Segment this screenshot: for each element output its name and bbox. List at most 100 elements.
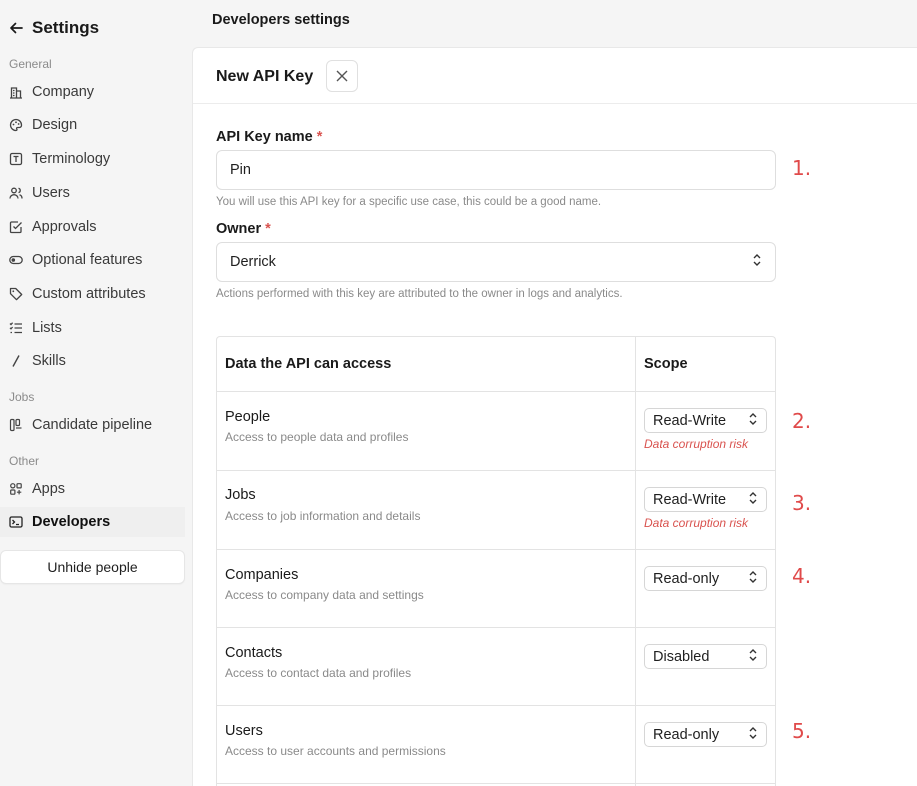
row-description: Access to job information and details [225, 509, 421, 523]
scope-select[interactable]: Read-Write [644, 408, 767, 433]
section-label-jobs: Jobs [9, 390, 35, 404]
scope-select[interactable]: Read-only [644, 566, 767, 591]
row-name: Companies [225, 567, 299, 583]
sidebar-item-label: Users [32, 185, 70, 201]
api-key-name-label: API Key name * [216, 129, 322, 145]
table-row: Users Access to user accounts and permis… [217, 706, 775, 784]
sidebar: Settings General Company Design Terminol… [0, 0, 192, 786]
users-icon [9, 186, 23, 200]
palette-icon [9, 118, 23, 132]
new-api-key-panel: New API Key API Key name * You will use … [192, 47, 917, 786]
scope-value: Read-Write [653, 491, 727, 508]
scope-select[interactable]: Read-only [644, 722, 767, 747]
sidebar-item-skills[interactable]: Skills [0, 346, 185, 376]
row-description: Access to contact data and profiles [225, 666, 412, 680]
risk-warning: Data corruption risk [644, 516, 749, 530]
apps-icon [9, 482, 23, 496]
toggle-icon [9, 253, 23, 267]
sidebar-item-label: Approvals [32, 219, 97, 235]
section-label-general: General [9, 57, 52, 71]
pipeline-icon [9, 418, 23, 432]
sidebar-item-users[interactable]: Users [0, 178, 185, 208]
scope-value: Disabled [653, 648, 710, 665]
row-description: Access to people data and profiles [225, 430, 409, 444]
annotation-5: 5. [792, 719, 812, 743]
approvals-icon [9, 220, 23, 234]
sidebar-item-approvals[interactable]: Approvals [0, 212, 185, 242]
unhide-people-button[interactable]: Unhide people [0, 550, 185, 584]
sidebar-item-optional-features[interactable]: Optional features [0, 245, 185, 275]
sidebar-item-developers[interactable]: Developers [0, 507, 185, 537]
owner-select-value: Derrick [230, 254, 276, 270]
table-row: Companies Access to company data and set… [217, 550, 775, 628]
row-name: Jobs [225, 487, 256, 503]
sidebar-item-company[interactable]: Company [0, 77, 185, 107]
column-header-scope: Scope [644, 356, 688, 372]
api-key-name-help: You will use this API key for a specific… [216, 196, 602, 208]
terminology-icon [9, 152, 23, 166]
owner-label: Owner * [216, 221, 271, 237]
row-description: Access to company data and settings [225, 588, 424, 602]
owner-label-text: Owner [216, 221, 262, 237]
scope-select[interactable]: Disabled [644, 644, 767, 669]
chevron-up-down-icon [752, 253, 762, 271]
sidebar-title: Settings [32, 18, 100, 37]
row-description: Access to user accounts and permissions [225, 744, 446, 758]
scope-value: Read-only [653, 570, 720, 587]
section-label-other: Other [9, 454, 40, 468]
scope-value: Read-only [653, 726, 720, 743]
scope-value: Read-Write [653, 412, 727, 429]
sidebar-item-label: Skills [32, 353, 66, 369]
sidebar-item-label: Lists [32, 320, 62, 336]
sidebar-item-terminology[interactable]: Terminology [0, 144, 185, 174]
column-header-data: Data the API can access [225, 356, 392, 372]
row-name: Users [225, 723, 263, 739]
sidebar-item-label: Apps [32, 481, 66, 497]
owner-help: Actions performed with this key are attr… [216, 288, 623, 300]
chevron-up-down-icon [748, 412, 758, 430]
table-row: People Access to people data and profile… [217, 392, 775, 471]
api-key-name-label-text: API Key name [216, 129, 313, 145]
annotation-1: 1. [792, 156, 812, 180]
panel-header: New API Key [193, 48, 917, 104]
sidebar-item-lists[interactable]: Lists [0, 313, 185, 343]
sidebar-item-label: Optional features [32, 252, 143, 268]
sidebar-item-label: Developers [32, 514, 111, 530]
back-button[interactable]: Settings [9, 17, 99, 39]
sidebar-item-label: Company [32, 84, 95, 100]
chevron-up-down-icon [748, 570, 758, 588]
table-row: Jobs Access to job information and detai… [217, 471, 775, 550]
sidebar-item-label: Terminology [32, 151, 111, 167]
panel-title: New API Key [216, 68, 314, 85]
sidebar-item-candidate-pipeline[interactable]: Candidate pipeline [0, 410, 185, 440]
sidebar-item-label: Candidate pipeline [32, 417, 153, 433]
chevron-up-down-icon [748, 726, 758, 744]
api-key-name-input[interactable] [216, 150, 776, 190]
required-mark: * [316, 129, 323, 145]
close-button[interactable] [326, 60, 358, 92]
list-icon [9, 321, 23, 335]
table-header-row: Data the API can access Scope [217, 337, 775, 392]
slash-icon [9, 354, 23, 368]
table-row: Contacts Access to contact data and prof… [217, 628, 775, 706]
annotation-4: 4. [792, 564, 812, 588]
scope-select[interactable]: Read-Write [644, 487, 767, 512]
risk-warning: Data corruption risk [644, 437, 749, 451]
arrow-left-icon [10, 22, 23, 34]
page-title: Developers settings [212, 12, 350, 28]
close-icon [336, 70, 348, 82]
chevron-up-down-icon [748, 491, 758, 509]
row-name: Contacts [225, 645, 283, 661]
sidebar-item-design[interactable]: Design [0, 110, 185, 140]
api-access-table: Data the API can access Scope People Acc… [216, 336, 776, 786]
annotation-3: 3. [792, 491, 812, 515]
sidebar-item-custom-attributes[interactable]: Custom attributes [0, 279, 185, 309]
required-mark: * [265, 221, 271, 237]
owner-select[interactable]: Derrick [216, 242, 776, 282]
chevron-up-down-icon [748, 648, 758, 666]
tag-icon [9, 287, 23, 301]
sidebar-item-label: Custom attributes [32, 286, 146, 302]
company-icon [9, 85, 23, 99]
sidebar-item-apps[interactable]: Apps [0, 474, 185, 504]
terminal-icon [9, 515, 23, 529]
